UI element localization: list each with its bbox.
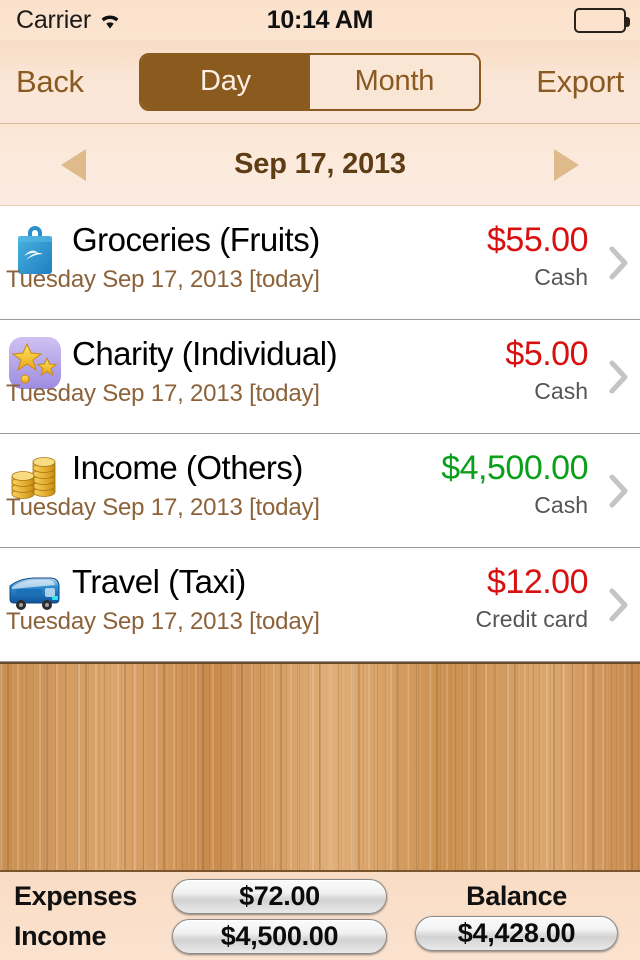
status-bar-right bbox=[574, 0, 630, 40]
expenses-label: Expenses bbox=[14, 880, 137, 911]
transaction-date: Tuesday Sep 17, 2013 [today] bbox=[6, 608, 320, 635]
summary-expenses-row: Expenses $72.00 bbox=[14, 878, 387, 914]
transaction-method: Cash bbox=[534, 492, 588, 518]
transaction-date: Tuesday Sep 17, 2013 [today] bbox=[6, 494, 320, 521]
segment-month[interactable]: Month bbox=[309, 54, 479, 109]
transaction-method: Cash bbox=[534, 378, 588, 404]
period-segmented-control[interactable]: Day Month bbox=[138, 52, 481, 111]
transaction-title: Travel (Taxi) bbox=[72, 563, 246, 600]
transaction-amount: $5.00 bbox=[505, 335, 588, 373]
nav-bar: Back Day Month Export bbox=[0, 40, 640, 124]
date-navigation-bar: Sep 17, 2013 bbox=[0, 124, 640, 206]
chevron-right-icon[interactable] bbox=[608, 473, 630, 509]
segment-day[interactable]: Day bbox=[140, 54, 310, 109]
income-value: $4,500.00 bbox=[172, 918, 387, 954]
table-row[interactable]: Travel (Taxi) Tuesday Sep 17, 2013 [toda… bbox=[0, 548, 640, 662]
transaction-method: Cash bbox=[534, 264, 588, 290]
transaction-title: Income (Others) bbox=[72, 449, 303, 486]
chevron-right-icon[interactable] bbox=[608, 587, 630, 623]
status-bar: Carrier 10:14 AM bbox=[0, 0, 640, 40]
transaction-amount: $4,500.00 bbox=[441, 449, 588, 487]
clock-label: 10:14 AM bbox=[266, 5, 374, 34]
transaction-title: Groceries (Fruits) bbox=[72, 221, 320, 258]
transaction-date: Tuesday Sep 17, 2013 [today] bbox=[6, 380, 320, 407]
wood-background bbox=[0, 662, 640, 872]
summary-bar: Expenses $72.00 Income $4,500.00 Balance… bbox=[0, 872, 640, 960]
app-root: Carrier 10:14 AM Back Day Month Export S… bbox=[0, 0, 640, 960]
table-row[interactable]: Income (Others) Tuesday Sep 17, 2013 [to… bbox=[0, 434, 640, 548]
export-button[interactable]: Export bbox=[536, 64, 624, 100]
transaction-title: Charity (Individual) bbox=[72, 335, 338, 372]
chevron-right-icon[interactable] bbox=[608, 359, 630, 395]
transaction-list: Groceries (Fruits) Tuesday Sep 17, 2013 … bbox=[0, 206, 640, 662]
balance-value: $4,428.00 bbox=[415, 916, 618, 951]
balance-label: Balance bbox=[466, 881, 567, 911]
table-row[interactable]: Groceries (Fruits) Tuesday Sep 17, 2013 … bbox=[0, 206, 640, 320]
summary-left-column: Expenses $72.00 Income $4,500.00 bbox=[14, 878, 387, 954]
expenses-value: $72.00 bbox=[172, 878, 387, 914]
transaction-method: Credit card bbox=[475, 606, 588, 632]
battery-full-icon bbox=[574, 7, 630, 33]
current-date-label: Sep 17, 2013 bbox=[234, 148, 406, 180]
transaction-date: Tuesday Sep 17, 2013 [today] bbox=[6, 266, 320, 293]
table-row[interactable]: Charity (Individual) Tuesday Sep 17, 201… bbox=[0, 320, 640, 434]
back-button[interactable]: Back bbox=[16, 64, 84, 100]
transaction-amount: $55.00 bbox=[487, 221, 589, 259]
chevron-right-icon[interactable] bbox=[608, 245, 630, 281]
income-label: Income bbox=[14, 920, 107, 951]
transaction-amount: $12.00 bbox=[487, 563, 589, 601]
summary-income-row: Income $4,500.00 bbox=[14, 918, 387, 954]
summary-right-column: Balance $4,428.00 bbox=[415, 881, 626, 951]
